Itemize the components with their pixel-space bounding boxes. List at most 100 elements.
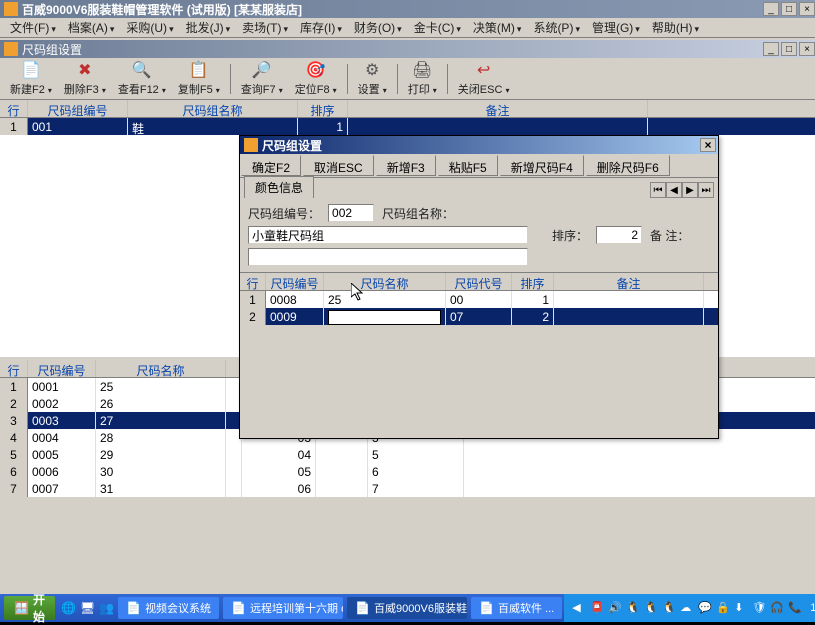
tray-icon[interactable]: 🎧: [770, 601, 784, 615]
dialog-btn-新增F3[interactable]: 新增F3: [376, 155, 436, 176]
tray-icon[interactable]: 📞: [788, 601, 802, 615]
nav-first-button[interactable]: ⏮: [650, 182, 666, 198]
lower-grid-row[interactable]: 5000529045: [0, 446, 815, 463]
dialog-grid-header[interactable]: 备注: [554, 273, 704, 290]
dialog-btn-粘贴F5[interactable]: 粘贴F5: [438, 155, 498, 176]
start-button[interactable]: 🪟开始: [4, 596, 55, 620]
main-grid-header[interactable]: 备注: [348, 100, 648, 117]
menu-item[interactable]: 决策(M)▾: [467, 17, 528, 38]
lower-grid-cell: 04: [242, 446, 316, 463]
dialog-grid-header[interactable]: 尺码名称: [324, 273, 446, 290]
nav-last-button[interactable]: ⏭: [698, 182, 714, 198]
minimize-button[interactable]: _: [763, 2, 779, 16]
toolbar-定位F8[interactable]: 🎯定位F8 ▾: [289, 58, 343, 99]
tray-icon[interactable]: ◀: [572, 601, 586, 615]
tray-icon[interactable]: 🐧: [662, 601, 676, 615]
tray-icon[interactable]: 💬: [698, 601, 712, 615]
menu-item[interactable]: 采购(U)▾: [120, 17, 179, 38]
lower-grid-row[interactable]: 6000630056: [0, 463, 815, 480]
code-input[interactable]: [328, 204, 374, 222]
dialog-grid-header[interactable]: 行号: [240, 273, 266, 290]
dialog-btn-确定F2[interactable]: 确定F2: [241, 155, 301, 176]
toolbar-icon: 🔍: [132, 60, 152, 80]
tray-icon[interactable]: 📮: [590, 601, 604, 615]
sub-close-button[interactable]: ×: [799, 42, 815, 56]
tab-color-info[interactable]: 颜色信息: [244, 176, 314, 198]
menu-item[interactable]: 批发(J)▾: [180, 17, 237, 38]
toolbar-icon: 🔎: [252, 60, 272, 80]
nav-next-button[interactable]: ▶: [682, 182, 698, 198]
taskbar-item[interactable]: 📄视频会议系统: [118, 597, 219, 619]
lower-grid-cell: 0001: [28, 378, 96, 395]
dialog-grid-cell: [324, 308, 446, 325]
toolbar-关闭ESC[interactable]: ↩关闭ESC ▾: [452, 58, 516, 99]
menu-item[interactable]: 库存(I)▾: [294, 17, 348, 38]
tray-icon[interactable]: 🐧: [644, 601, 658, 615]
sub-maximize-button[interactable]: □: [781, 42, 797, 56]
lower-grid-header[interactable]: 尺码编号: [28, 360, 96, 377]
toolbar-新建F2[interactable]: 📄新建F2 ▾: [4, 58, 58, 99]
lower-grid-row[interactable]: 7000731067: [0, 480, 815, 497]
tray-icon[interactable]: 🛡: [752, 601, 766, 615]
quicklaunch-people-icon[interactable]: 👥: [99, 599, 114, 617]
tray-clock[interactable]: 16:28: [810, 602, 815, 614]
toolbar-查看F12[interactable]: 🔍查看F12 ▾: [112, 58, 172, 99]
dialog-close-button[interactable]: ×: [700, 138, 716, 152]
sub-minimize-button[interactable]: _: [763, 42, 779, 56]
nav-prev-button[interactable]: ◀: [666, 182, 682, 198]
main-grid-cell: 001: [28, 118, 128, 135]
toolbar-复制F5[interactable]: 📋复制F5 ▾: [172, 58, 226, 99]
lower-grid-cell: 2: [0, 395, 28, 412]
lower-grid-cell: 6: [368, 463, 464, 480]
lower-grid-cell: 0007: [28, 480, 96, 497]
main-grid-header[interactable]: 排序: [298, 100, 348, 117]
app-icon: [4, 2, 18, 16]
name-input[interactable]: [248, 226, 528, 244]
menu-item[interactable]: 系统(P)▾: [527, 17, 586, 38]
toolbar-删除F3[interactable]: ✖删除F3 ▾: [58, 58, 112, 99]
menu-item[interactable]: 卖场(T)▾: [236, 17, 294, 38]
main-grid-cell: [348, 118, 648, 135]
main-grid-header[interactable]: 行号: [0, 100, 28, 117]
menu-item[interactable]: 帮助(H)▾: [646, 17, 705, 38]
dialog-grid-header[interactable]: 排序: [512, 273, 554, 290]
dialog-btn-取消ESC[interactable]: 取消ESC: [303, 155, 374, 176]
taskbar-item[interactable]: 📄远程培训第十六期 do...: [223, 597, 343, 619]
tray-icon[interactable]: 🔊: [608, 601, 622, 615]
main-grid-header[interactable]: 尺码组编号: [28, 100, 128, 117]
menu-item[interactable]: 管理(G)▾: [586, 17, 646, 38]
sub-window-title: 尺码组设置: [22, 41, 82, 58]
lower-grid-cell: 25: [96, 378, 226, 395]
menu-item[interactable]: 文件(F)▾: [4, 17, 62, 38]
toolbar-打印[interactable]: 🖨打印 ▾: [402, 58, 443, 99]
lower-grid-header[interactable]: 行号: [0, 360, 28, 377]
remark-input[interactable]: [248, 248, 528, 266]
toolbar-查询F7[interactable]: 🔎查询F7 ▾: [235, 58, 289, 99]
dialog-grid-row[interactable]: 1000825001: [240, 291, 718, 308]
toolbar-设置[interactable]: ⚙设置 ▾: [352, 58, 393, 99]
editing-cell[interactable]: [328, 310, 441, 325]
lower-grid-header[interactable]: 尺码名称: [96, 360, 226, 377]
maximize-button[interactable]: □: [781, 2, 797, 16]
tray-icon[interactable]: 🔒: [716, 601, 730, 615]
taskbar-item[interactable]: 📄百威9000V6服装鞋帽...: [347, 597, 467, 619]
menu-item[interactable]: 档案(A)▾: [62, 17, 121, 38]
close-button[interactable]: ×: [799, 2, 815, 16]
dialog-btn-新增尺码F4[interactable]: 新增尺码F4: [500, 155, 584, 176]
dialog-tab-row: 颜色信息 ⏮ ◀ ▶ ⏭: [240, 178, 718, 198]
main-grid-header[interactable]: 尺码组名称: [128, 100, 298, 117]
dialog-grid-header[interactable]: 尺码代号: [446, 273, 512, 290]
dialog-btn-删除尺码F6[interactable]: 删除尺码F6: [586, 155, 670, 176]
taskbar-item[interactable]: 📄百威软件 ...: [471, 597, 562, 619]
tray-icon[interactable]: ☁: [680, 601, 694, 615]
tray-icon[interactable]: 🐧: [626, 601, 640, 615]
quicklaunch-ie-icon[interactable]: 🌐: [61, 599, 76, 617]
tray-icon[interactable]: ⬇: [734, 601, 748, 615]
menu-item[interactable]: 财务(O)▾: [348, 17, 408, 38]
quicklaunch-desktop-icon[interactable]: 🖥: [80, 599, 95, 617]
sort-input[interactable]: [596, 226, 642, 244]
main-grid-row[interactable]: 1001鞋1: [0, 118, 815, 135]
dialog-grid-header[interactable]: 尺码编号: [266, 273, 324, 290]
menu-item[interactable]: 金卡(C)▾: [408, 17, 467, 38]
dialog-grid-row[interactable]: 20009072: [240, 308, 718, 325]
